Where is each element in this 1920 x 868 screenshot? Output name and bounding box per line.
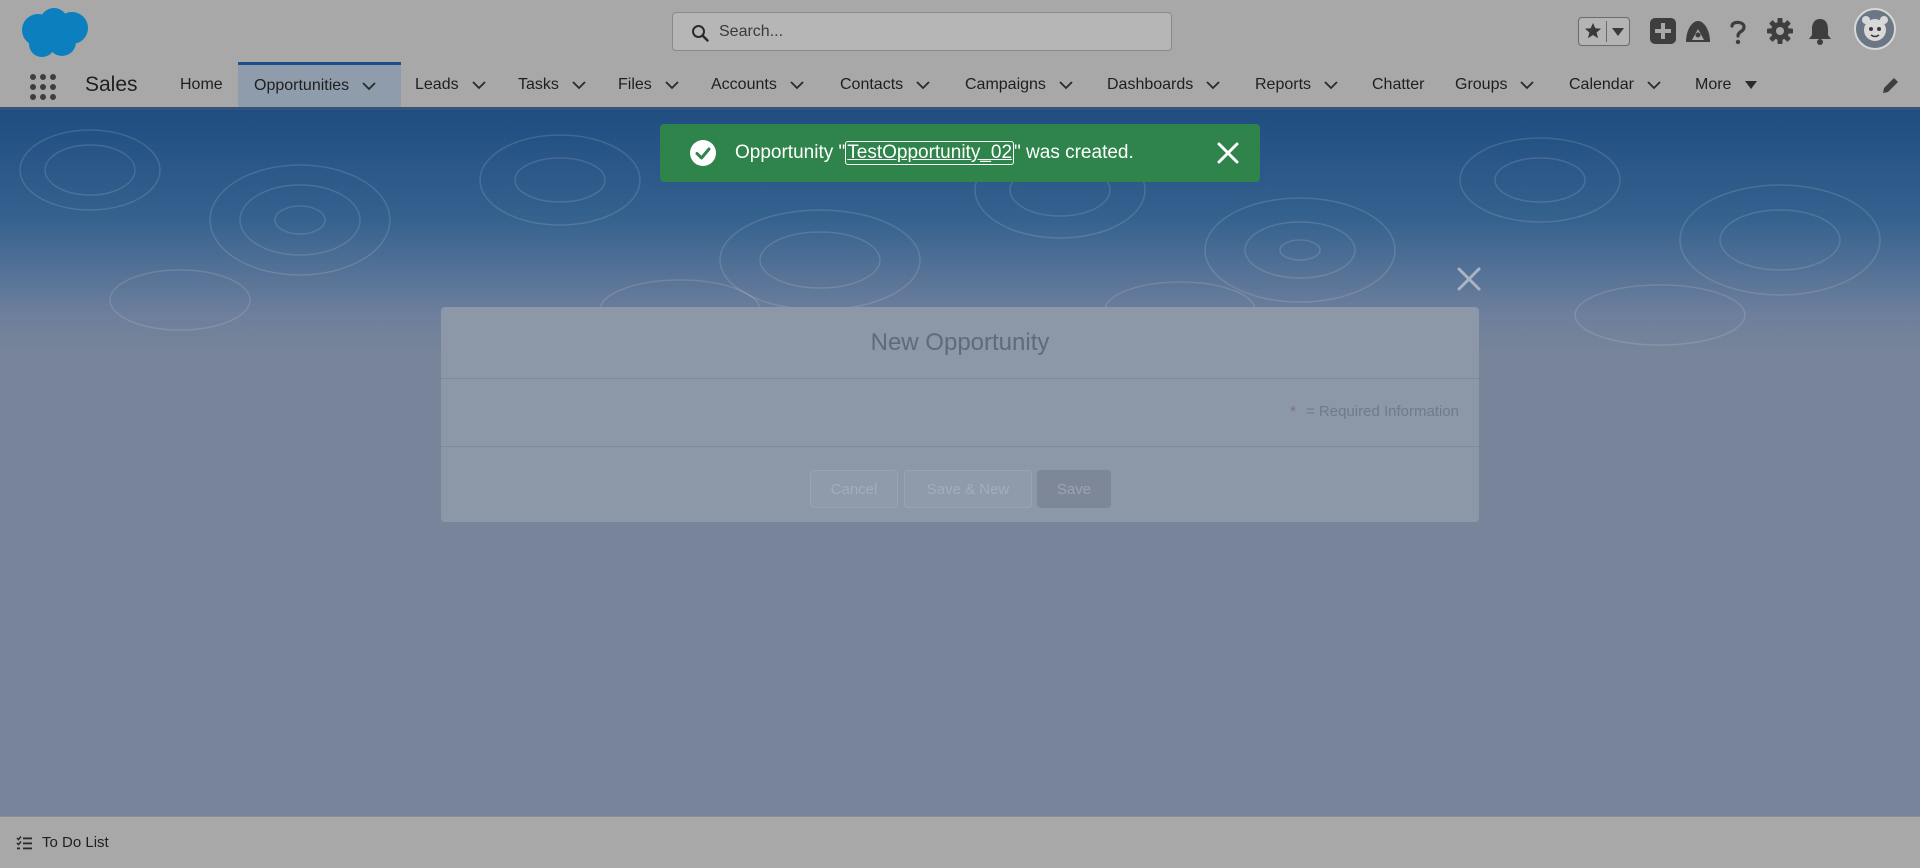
nav-item-label: Opportunities — [254, 77, 350, 94]
nav-item-accounts[interactable]: Accounts — [711, 62, 805, 107]
help-icon[interactable] — [1723, 16, 1753, 46]
nav-item-label: Contacts — [840, 75, 904, 93]
nav-item-label: Reports — [1255, 75, 1312, 93]
nav-item-label: Files — [618, 75, 652, 93]
nav-item-groups[interactable]: Groups — [1455, 62, 1535, 107]
modal-title: New Opportunity — [870, 328, 1050, 356]
modal-close-icon[interactable] — [1454, 264, 1484, 294]
nav-item-label: Chatter — [1372, 75, 1425, 93]
app-nav-bar: Sales Home Opportunities Leads Tasks Fil… — [0, 62, 1920, 110]
notifications-bell-icon[interactable] — [1805, 16, 1835, 46]
caret-down-icon — [1745, 80, 1758, 89]
global-header — [0, 0, 1920, 62]
chevron-down-icon[interactable] — [1323, 77, 1339, 93]
salesforce-logo[interactable] — [18, 6, 92, 58]
edit-nav-pencil-icon[interactable] — [1880, 76, 1900, 96]
chevron-down-icon[interactable] — [471, 77, 487, 93]
save-and-new-button[interactable]: Save & New — [904, 470, 1032, 508]
nav-item-label: Calendar — [1569, 75, 1634, 93]
nav-item-campaigns[interactable]: Campaigns — [965, 62, 1074, 107]
toast-suffix: " was created. — [1014, 142, 1134, 163]
toast-close-icon[interactable] — [1215, 140, 1241, 166]
nav-item-home[interactable]: Home — [180, 62, 223, 107]
chevron-down-icon[interactable] — [1205, 77, 1221, 93]
setup-gear-icon[interactable] — [1765, 16, 1795, 46]
cancel-button[interactable]: Cancel — [810, 470, 898, 508]
chevron-down-icon[interactable] — [1646, 77, 1662, 93]
toast-prefix: Opportunity " — [735, 142, 846, 163]
global-add-icon[interactable] — [1648, 16, 1678, 46]
nav-item-label: Accounts — [711, 75, 777, 93]
nav-item-label: Dashboards — [1107, 75, 1194, 93]
toast-record-link[interactable]: TestOpportunity_02 — [845, 141, 1015, 165]
chevron-down-icon[interactable] — [1519, 77, 1535, 93]
to-do-list-item[interactable]: To Do List — [16, 834, 109, 851]
nav-item-label: Groups — [1455, 75, 1508, 93]
nav-item-opportunities[interactable]: Opportunities — [238, 62, 401, 107]
chevron-down-icon[interactable] — [1058, 77, 1074, 93]
chevron-down-icon[interactable] — [664, 77, 680, 93]
nav-item-label: More — [1695, 75, 1732, 93]
chevron-down-icon[interactable] — [571, 77, 587, 93]
required-information-note: * = Required Information — [1290, 403, 1459, 420]
task-list-icon — [16, 835, 32, 849]
chevron-down-icon[interactable] — [361, 78, 377, 94]
modal-body: * = Required Information — [441, 379, 1479, 447]
app-name: Sales — [85, 73, 138, 96]
nav-item-label: Leads — [415, 75, 459, 93]
nav-item-more[interactable]: More — [1695, 62, 1759, 107]
new-opportunity-modal: New Opportunity * = Required Information … — [441, 307, 1479, 522]
required-information-text: = Required Information — [1305, 403, 1459, 420]
search-icon — [692, 25, 709, 42]
nav-item-dashboards[interactable]: Dashboards — [1107, 62, 1221, 107]
app-launcher-icon[interactable] — [28, 72, 58, 102]
nav-item-chatter[interactable]: Chatter — [1372, 62, 1424, 107]
nav-item-label: Campaigns — [965, 75, 1046, 93]
favorites-divider — [1606, 21, 1607, 42]
nav-item-label: Home — [180, 75, 223, 93]
to-do-list-label: To Do List — [42, 834, 109, 851]
success-check-icon — [690, 140, 716, 166]
modal-footer: Cancel Save & New Save — [441, 448, 1479, 522]
save-button[interactable]: Save — [1037, 470, 1111, 508]
search-input[interactable] — [719, 20, 1149, 44]
toast-message: Opportunity " TestOpportunity_02 " was cre… — [735, 141, 1134, 165]
required-star: * — [1290, 403, 1296, 420]
nav-item-reports[interactable]: Reports — [1255, 62, 1339, 107]
utility-bar: To Do List — [0, 816, 1920, 868]
chevron-down-icon[interactable] — [915, 77, 931, 93]
nav-item-files[interactable]: Files — [618, 62, 680, 107]
nav-item-label: Tasks — [518, 75, 559, 93]
favorites-dropdown-icon[interactable] — [1611, 27, 1625, 37]
nav-item-leads[interactable]: Leads — [415, 62, 487, 107]
chevron-down-icon[interactable] — [789, 77, 805, 93]
user-avatar[interactable] — [1854, 8, 1896, 50]
global-search[interactable] — [672, 12, 1172, 51]
nav-item-calendar[interactable]: Calendar — [1569, 62, 1662, 107]
nav-item-contacts[interactable]: Contacts — [840, 62, 931, 107]
modal-header: New Opportunity — [441, 307, 1479, 379]
nav-item-tasks[interactable]: Tasks — [518, 62, 587, 107]
success-toast: Opportunity " TestOpportunity_02 " was cre… — [660, 124, 1260, 182]
trailhead-icon[interactable] — [1683, 16, 1713, 46]
favorites-button-group — [1578, 17, 1630, 46]
favorites-star-icon[interactable] — [1584, 22, 1602, 40]
avatar-astro-icon — [1856, 10, 1894, 48]
